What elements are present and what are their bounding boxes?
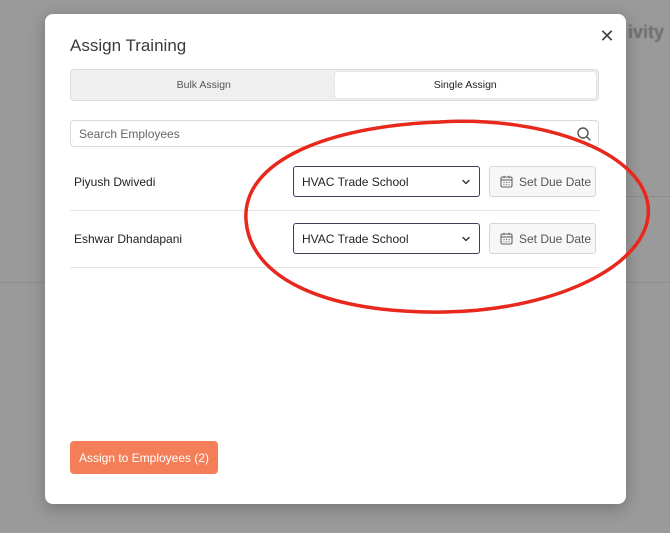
employee-row: Eshwar Dhandapani HVAC Trade School Set … <box>70 211 599 268</box>
modal-title: Assign Training <box>70 36 187 55</box>
set-due-date-button[interactable]: Set Due Date <box>489 166 596 197</box>
search-input[interactable] <box>71 121 561 146</box>
chevron-down-icon <box>462 236 470 242</box>
calendar-icon <box>500 232 513 245</box>
background-divider <box>626 196 670 197</box>
chevron-down-icon <box>462 179 470 185</box>
training-select-value: HVAC Trade School <box>302 175 409 189</box>
training-select-value: HVAC Trade School <box>302 232 409 246</box>
tab-bulk-assign[interactable]: Bulk Assign <box>73 72 335 98</box>
set-due-date-button[interactable]: Set Due Date <box>489 223 596 254</box>
employee-name: Eshwar Dhandapani <box>74 232 183 246</box>
close-button[interactable]: ✕ <box>597 26 617 46</box>
search-icon[interactable] <box>576 126 592 142</box>
set-due-date-label: Set Due Date <box>519 175 592 189</box>
employee-name: Piyush Dwivedi <box>74 175 156 189</box>
background-heading: ivity <box>628 22 665 42</box>
training-select[interactable]: HVAC Trade School <box>293 166 480 197</box>
set-due-date-label: Set Due Date <box>519 232 592 246</box>
tab-single-assign[interactable]: Single Assign <box>334 72 596 98</box>
calendar-icon <box>500 175 513 188</box>
assign-to-employees-button[interactable]: Assign to Employees (2) <box>70 441 218 474</box>
search-employees <box>70 120 599 147</box>
training-select[interactable]: HVAC Trade School <box>293 223 480 254</box>
close-icon: ✕ <box>599 26 615 46</box>
assign-mode-tabs: Bulk Assign Single Assign <box>70 69 599 101</box>
employee-row: Piyush Dwivedi HVAC Trade School Set Due… <box>70 154 599 211</box>
assign-training-modal: Assign Training ✕ Bulk Assign Single Ass… <box>45 14 626 504</box>
